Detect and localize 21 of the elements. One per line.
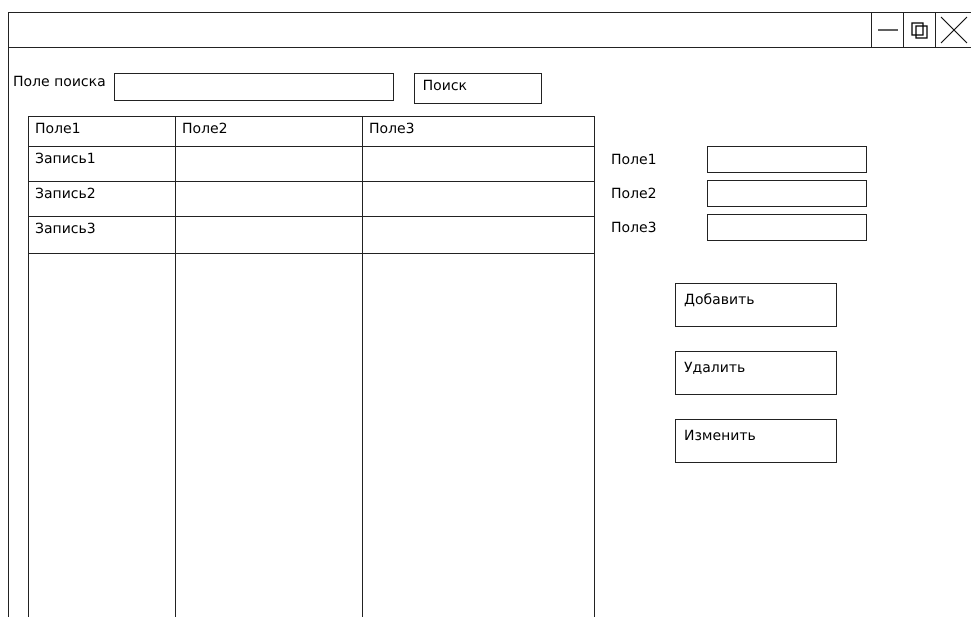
close-icon xyxy=(938,15,968,45)
column-header: Поле2 xyxy=(182,121,228,137)
minimize-icon xyxy=(878,29,898,31)
table-cell: Запись3 xyxy=(35,221,96,237)
search-label: Поле поиска xyxy=(13,74,106,90)
action-button[interactable]: Изменить xyxy=(675,419,837,463)
field-label: Поле2 xyxy=(611,186,657,202)
field-label: Поле3 xyxy=(611,220,657,236)
restore-icon xyxy=(910,20,930,40)
column-header: Поле1 xyxy=(35,121,81,137)
table-cell: Запись1 xyxy=(35,151,96,167)
column-header: Поле3 xyxy=(369,121,415,137)
input-field[interactable] xyxy=(707,146,867,173)
input-field[interactable] xyxy=(707,214,867,241)
action-button[interactable]: Добавить xyxy=(675,283,837,327)
field-label: Поле1 xyxy=(611,152,657,168)
search-field[interactable] xyxy=(114,73,394,101)
action-button[interactable]: Удалить xyxy=(675,351,837,395)
table-cell: Запись2 xyxy=(35,186,96,202)
input-field[interactable] xyxy=(707,180,867,207)
search-button[interactable]: Поиск xyxy=(414,73,542,104)
